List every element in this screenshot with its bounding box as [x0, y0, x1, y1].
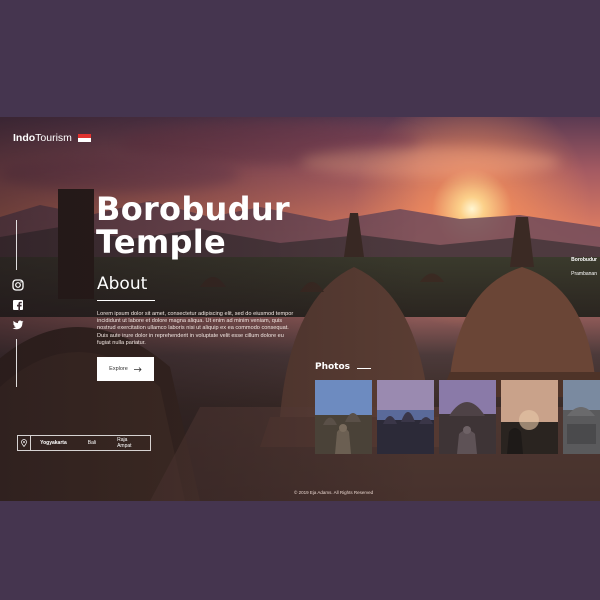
photos-heading: Photos — [315, 362, 351, 372]
side-nav-current[interactable]: Borobudur — [571, 257, 597, 263]
about-description: Lorem ipsum dolor sit amet, consectetur … — [97, 311, 294, 346]
logo-bold-text: Indo — [13, 132, 36, 144]
explore-button[interactable]: Explore — [97, 357, 154, 381]
photo-thumbnail[interactable] — [315, 380, 372, 454]
logo-regular-text: Tourism — [35, 132, 72, 144]
explore-label: Explore — [109, 366, 128, 372]
hero-section: Indo Tourism Borobudur Temple About Lorem… — [0, 117, 600, 501]
location-yogyakarta[interactable]: Yogyakarta — [40, 440, 67, 446]
photo-thumbnail[interactable] — [377, 380, 434, 454]
photo-thumbnail[interactable] — [439, 380, 496, 454]
page-title: Borobudur Temple — [96, 193, 290, 259]
footer-copyright: © 2019 Eja Adams. All Rights Reserved — [294, 490, 374, 495]
about-heading: About — [97, 274, 148, 294]
twitter-icon[interactable] — [12, 319, 24, 331]
location-selector: Yogyakarta Bali Raja Ampat — [17, 435, 151, 451]
photo-thumbnail[interactable] — [563, 380, 600, 454]
divider-line — [16, 220, 17, 270]
location-pin-icon — [18, 436, 32, 450]
divider-line — [16, 339, 17, 387]
title-line-2: Temple — [96, 223, 227, 261]
about-underline — [97, 300, 155, 301]
instagram-icon[interactable] — [12, 279, 24, 291]
indonesia-flag-icon — [77, 134, 91, 142]
photos-underline — [357, 368, 371, 369]
site-logo[interactable]: Indo Tourism — [13, 132, 91, 144]
photo-thumbnail[interactable] — [501, 380, 558, 454]
location-raja-ampat[interactable]: Raja Ampat — [117, 437, 138, 449]
side-nav-next[interactable]: Prambanan — [571, 271, 597, 277]
facebook-icon[interactable] — [12, 299, 24, 311]
arrow-right-icon — [133, 366, 142, 372]
location-bali[interactable]: Bali — [88, 440, 96, 446]
